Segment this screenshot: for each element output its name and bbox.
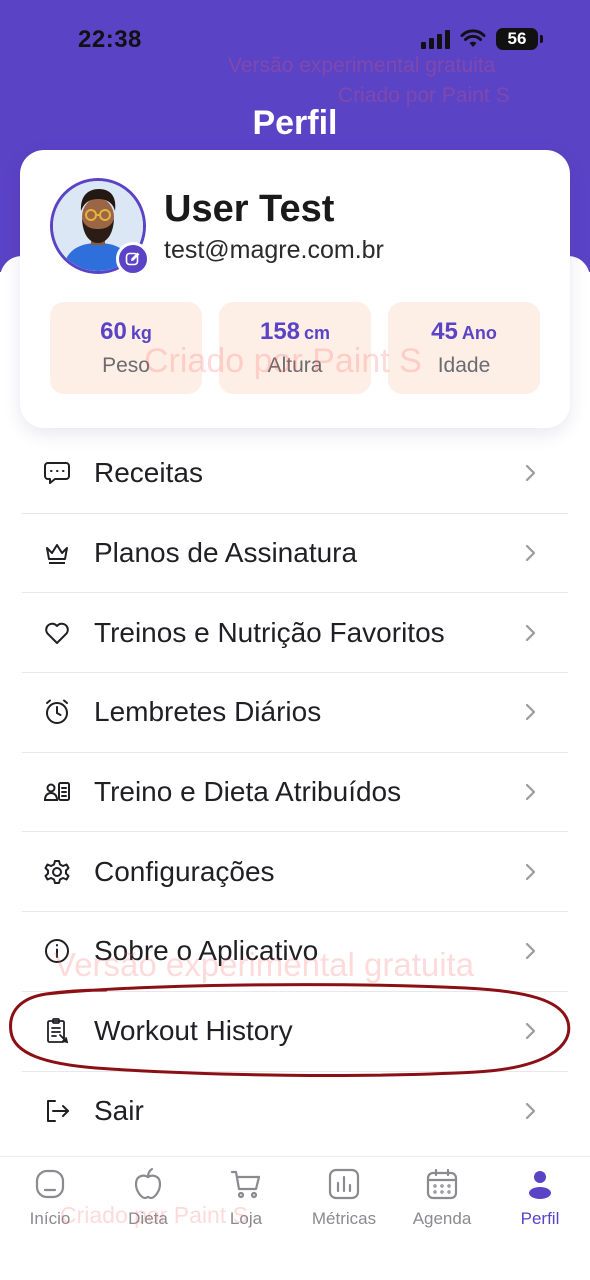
chevron-right-icon <box>525 943 536 960</box>
gear-icon <box>42 857 72 887</box>
chevron-right-icon <box>525 863 536 880</box>
edit-icon <box>125 252 140 266</box>
tab-label: Início <box>29 1209 71 1228</box>
bar-chart-icon <box>327 1167 361 1201</box>
status-icons: 56 <box>421 28 543 50</box>
menu-item-label: Workout History <box>94 1015 293 1047</box>
stat-weight-value: 60 <box>100 318 127 345</box>
stat-height-unit: cm <box>304 323 331 343</box>
menu-item-lembretes[interactable]: Lembretes Diários <box>22 673 568 753</box>
tab-label: Dieta <box>128 1209 168 1228</box>
menu-item-label: Sair <box>94 1095 144 1127</box>
menu-item-sair[interactable]: Sair <box>22 1072 568 1152</box>
menu-item-label: Sobre o Aplicativo <box>94 935 319 967</box>
edit-avatar-button[interactable] <box>116 242 150 276</box>
chevron-right-icon <box>525 624 536 641</box>
heart-icon <box>42 618 72 648</box>
menu-item-label: Configurações <box>94 855 275 887</box>
tab-label: Métricas <box>311 1209 377 1228</box>
tab-label: Perfil <box>520 1209 560 1228</box>
stat-age-label: Idade <box>437 354 491 377</box>
bottom-tab-bar: Início Dieta Loja Métricas Agenda Perfil <box>0 1156 590 1280</box>
menu-item-label: Treinos e Nutrição Favoritos <box>94 616 445 648</box>
stat-age-value: 45 <box>431 318 458 345</box>
page-title: Perfil <box>252 104 338 142</box>
avatar-container[interactable] <box>50 178 150 276</box>
tab-loja[interactable]: Loja <box>197 1167 295 1229</box>
apple-icon <box>131 1167 165 1201</box>
info-icon <box>42 936 72 966</box>
chevron-right-icon <box>525 465 536 482</box>
user-email: test@magre.com.br <box>164 236 384 264</box>
assigned-user-icon <box>42 777 72 807</box>
chevron-right-icon <box>525 1023 536 1040</box>
tab-perfil[interactable]: Perfil <box>491 1167 589 1229</box>
menu-item-label: Planos de Assinatura <box>94 537 358 569</box>
stat-height-value: 158 <box>259 318 301 345</box>
calendar-icon <box>425 1167 459 1201</box>
chevron-right-icon <box>525 1103 536 1120</box>
profile-menu: Receitas Planos de Assinatura Treinos e … <box>22 434 568 1151</box>
chevron-right-icon <box>525 783 536 801</box>
stat-age: 45 Ano Idade <box>388 302 540 394</box>
menu-item-label: Treino e Dieta Atribuídos <box>94 776 402 808</box>
menu-item-planos[interactable]: Planos de Assinatura <box>22 514 568 594</box>
stat-weight-label: Peso <box>102 354 150 377</box>
tab-label: Loja <box>229 1209 263 1228</box>
menu-item-favoritos[interactable]: Treinos e Nutrição Favoritos <box>22 593 568 674</box>
profile-card: User Test test@magre.com.br 60 kg Peso 15… <box>20 150 570 428</box>
menu-item-workout-history[interactable]: Workout History <box>22 992 568 1072</box>
menu-item-label: Receitas <box>94 457 203 489</box>
chat-bubble-icon <box>42 458 72 488</box>
chevron-right-icon <box>525 544 536 562</box>
status-time: 22:38 <box>78 26 142 53</box>
wifi-icon <box>460 29 486 47</box>
menu-item-sobre[interactable]: Sobre o Aplicativo <box>22 912 568 992</box>
menu-item-receitas[interactable]: Receitas <box>22 434 568 514</box>
logout-icon <box>42 1096 72 1126</box>
menu-item-configuracoes[interactable]: Configurações <box>22 832 568 913</box>
menu-item-atribuidos[interactable]: Treino e Dieta Atribuídos <box>22 753 568 833</box>
crown-icon <box>42 538 72 568</box>
stat-weight: 60 kg Peso <box>50 302 202 394</box>
stat-weight-unit: kg <box>130 323 152 343</box>
alarm-clock-icon <box>42 697 72 727</box>
stat-height-label: Altura <box>267 354 323 377</box>
tab-agenda[interactable]: Agenda <box>393 1167 491 1229</box>
stat-age-unit: Ano <box>461 323 497 343</box>
clipboard-history-icon <box>42 1016 72 1046</box>
battery-icon: 56 <box>496 28 543 50</box>
user-name: User Test <box>164 188 335 230</box>
tab-metricas[interactable]: Métricas <box>295 1167 393 1229</box>
home-icon <box>33 1167 67 1201</box>
cellular-signal-icon <box>421 29 450 49</box>
stat-height: 158 cm Altura <box>219 302 371 394</box>
tab-inicio[interactable]: Início <box>1 1167 99 1229</box>
person-icon <box>523 1167 557 1201</box>
tab-dieta[interactable]: Dieta <box>99 1167 197 1229</box>
menu-item-label: Lembretes Diários <box>94 696 322 728</box>
cart-icon <box>229 1167 263 1201</box>
tab-label: Agenda <box>412 1209 472 1228</box>
chevron-right-icon <box>525 704 536 721</box>
status-bar: 22:38 56 <box>0 0 590 84</box>
